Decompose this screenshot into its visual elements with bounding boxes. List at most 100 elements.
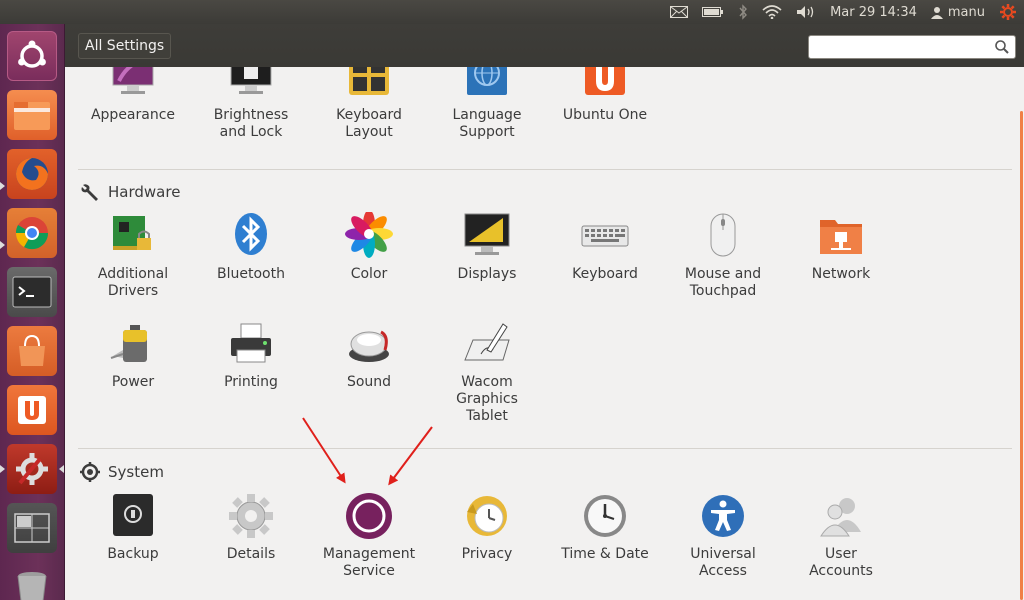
item-keyboard-layout[interactable]: Keyboard Layout [310, 67, 428, 141]
item-label: Backup [107, 546, 159, 562]
datetime-label[interactable]: Mar 29 14:34 [830, 0, 917, 24]
bluetooth-icon [235, 213, 267, 255]
item-displays[interactable]: Displays [428, 212, 546, 283]
universal-access-icon [702, 495, 744, 537]
item-keyboard[interactable]: Keyboard [546, 212, 664, 283]
item-language-support[interactable]: Language Support [428, 67, 546, 141]
item-label: Color [350, 266, 388, 282]
user-icon [930, 6, 943, 19]
item-label: User Accounts [809, 546, 873, 579]
software-center-icon[interactable] [7, 326, 57, 376]
language-support-icon [467, 67, 507, 95]
item-sound[interactable]: Sound [310, 320, 428, 391]
item-label: Sound [346, 374, 392, 390]
item-label: Management Service [322, 546, 416, 579]
power-icon [110, 325, 147, 362]
scrollbar-thumb[interactable] [1020, 111, 1023, 600]
item-label: Appearance [90, 107, 176, 123]
item-color[interactable]: Color [310, 212, 428, 283]
wacom-tablet-icon [464, 323, 510, 361]
section-title: System [108, 463, 164, 481]
bluetooth-icon[interactable] [738, 0, 748, 24]
item-label: Bluetooth [217, 266, 285, 282]
item-user-accounts[interactable]: User Accounts [782, 492, 900, 580]
item-details[interactable]: Details [192, 492, 310, 563]
item-appearance[interactable]: Appearance [74, 67, 192, 124]
item-label: Time & Date [561, 546, 649, 562]
item-label: Language Support [452, 107, 522, 140]
trash-icon[interactable] [7, 560, 57, 600]
item-printing[interactable]: Printing [192, 320, 310, 391]
search-box[interactable] [808, 35, 1016, 59]
color-icon [345, 212, 393, 258]
network-icon [820, 220, 862, 254]
top-panel: Mar 29 14:34 manu [0, 0, 1024, 24]
item-label: Network [811, 266, 871, 282]
firefox-icon[interactable] [7, 149, 57, 199]
scrollbar[interactable] [1018, 67, 1024, 600]
item-brightness-lock[interactable]: Brightness and Lock [192, 67, 310, 141]
wrench-icon [81, 184, 98, 201]
search-input[interactable] [809, 36, 989, 58]
system-settings-icon[interactable] [7, 444, 57, 494]
item-label: Universal Access [690, 546, 756, 579]
user-menu[interactable]: manu [930, 0, 985, 24]
item-privacy[interactable]: Privacy [428, 492, 546, 563]
item-network[interactable]: Network [782, 212, 900, 283]
item-label: Keyboard Layout [336, 107, 402, 140]
details-gear-icon [229, 494, 273, 538]
terminal-icon[interactable] [7, 267, 57, 317]
power-gear-icon[interactable] [999, 0, 1017, 24]
settings-content: Appearance Brightness and Lock Keyboard … [66, 67, 1018, 600]
item-time-date[interactable]: Time & Date [546, 492, 664, 563]
sound-icon [349, 330, 389, 362]
keyboard-layout-icon [349, 67, 389, 95]
item-label: Mouse and Touchpad [684, 266, 762, 299]
item-label: Printing [224, 374, 278, 390]
item-backup[interactable]: Backup [74, 492, 192, 563]
item-label: Power [111, 374, 155, 390]
section-hardware: Hardware [80, 182, 180, 202]
item-universal-access[interactable]: Universal Access [664, 492, 782, 580]
ubuntu-one-icon [585, 67, 625, 95]
backup-icon [113, 494, 153, 536]
item-additional-drivers[interactable]: Additional Drivers [74, 212, 192, 300]
displays-icon [464, 213, 510, 255]
section-title: Hardware [108, 183, 181, 201]
item-mouse-touchpad[interactable]: Mouse and Touchpad [664, 212, 782, 300]
section-system: System [80, 462, 164, 482]
chrome-icon[interactable] [7, 208, 57, 258]
mail-icon[interactable] [670, 0, 689, 24]
drivers-icon [113, 216, 151, 250]
keyboard-icon [581, 225, 629, 247]
item-label: Additional Drivers [97, 266, 169, 299]
mouse-icon [710, 213, 736, 257]
appearance-icon [112, 67, 154, 94]
printer-icon [231, 323, 271, 363]
item-power[interactable]: Power [74, 320, 192, 391]
battery-icon[interactable] [702, 0, 724, 24]
files-icon[interactable] [7, 90, 57, 140]
workspace-switcher-icon[interactable] [7, 503, 57, 553]
item-bluetooth[interactable]: Bluetooth [192, 212, 310, 283]
system-tray: Mar 29 14:34 manu [663, 0, 1024, 24]
search-icon [995, 40, 1009, 54]
system-gear-icon [80, 462, 100, 482]
wifi-icon[interactable] [762, 0, 782, 24]
item-label: Privacy [461, 546, 513, 562]
item-label: Displays [457, 266, 517, 282]
ubuntu-dash-icon[interactable] [7, 31, 57, 81]
privacy-icon [467, 496, 507, 536]
all-settings-button[interactable]: All Settings [78, 33, 172, 59]
user-accounts-icon [820, 498, 861, 537]
brightness-lock-icon [230, 67, 272, 94]
item-ubuntu-one[interactable]: Ubuntu One [546, 67, 664, 124]
item-wacom-tablet[interactable]: Wacom Graphics Tablet [428, 320, 546, 425]
volume-icon[interactable] [796, 0, 816, 24]
item-label: Brightness and Lock [213, 107, 289, 140]
item-label: Keyboard [572, 266, 638, 282]
item-label: Details [226, 546, 276, 562]
item-management-service[interactable]: Management Service [310, 492, 428, 580]
ubuntu-one-icon[interactable] [7, 385, 57, 435]
separator [78, 169, 1012, 170]
